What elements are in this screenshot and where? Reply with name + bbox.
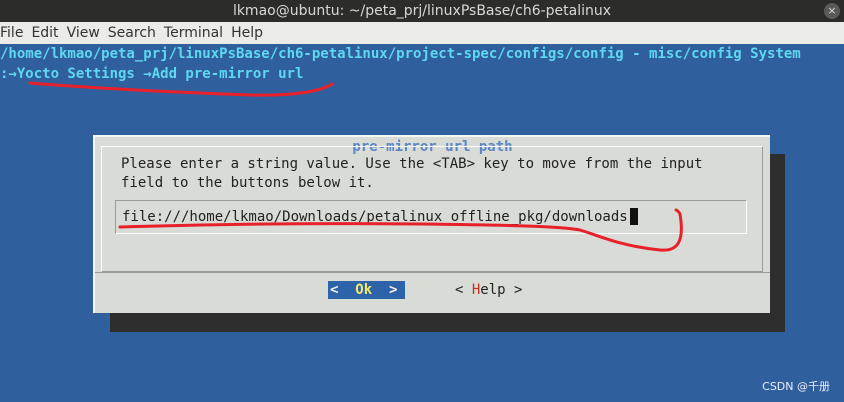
button-separator bbox=[95, 272, 770, 273]
breadcrumb: :→Yocto Settings →Add pre-mirror url bbox=[0, 66, 304, 82]
watermark: CSDN @千册 bbox=[762, 380, 830, 393]
url-input-value[interactable]: file:///home/lkmao/Downloads/petalinux_o… bbox=[122, 209, 628, 225]
pre-mirror-dialog: pre-mirror url path Please enter a strin… bbox=[93, 135, 770, 313]
ok-left-bracket: < bbox=[330, 282, 356, 298]
ok-right-bracket: > bbox=[372, 282, 398, 298]
help-label: elp bbox=[480, 282, 506, 298]
window-title: lkmao@ubuntu: ~/peta_prj/linuxPsBase/ch6… bbox=[232, 3, 612, 19]
menu-terminal[interactable]: Terminal bbox=[160, 22, 227, 44]
help-right-bracket: > bbox=[505, 282, 523, 298]
ok-label: Ok bbox=[355, 282, 373, 298]
config-path-header: /home/lkmao/peta_prj/linuxPsBase/ch6-pet… bbox=[0, 46, 801, 62]
menu-view[interactable]: View bbox=[63, 22, 104, 44]
menu-bar: File Edit View Search Terminal Help bbox=[0, 22, 844, 44]
window-titlebar: lkmao@ubuntu: ~/peta_prj/linuxPsBase/ch6… bbox=[0, 0, 844, 22]
help-button[interactable]: < Help > bbox=[455, 281, 522, 299]
text-cursor bbox=[629, 208, 638, 225]
help-left-bracket: < bbox=[455, 282, 472, 298]
menu-edit[interactable]: Edit bbox=[27, 22, 62, 44]
ok-button[interactable]: < Ok > bbox=[328, 281, 405, 299]
breadcrumb-underline-mark bbox=[28, 81, 334, 97]
menu-file[interactable]: File bbox=[0, 22, 27, 44]
menu-search[interactable]: Search bbox=[104, 22, 160, 44]
menu-help[interactable]: Help bbox=[227, 22, 267, 44]
close-icon[interactable]: × bbox=[824, 3, 840, 19]
url-input-field[interactable]: file:///home/lkmao/Downloads/petalinux_o… bbox=[115, 200, 747, 234]
dialog-description: Please enter a string value. Use the <TA… bbox=[121, 156, 703, 191]
